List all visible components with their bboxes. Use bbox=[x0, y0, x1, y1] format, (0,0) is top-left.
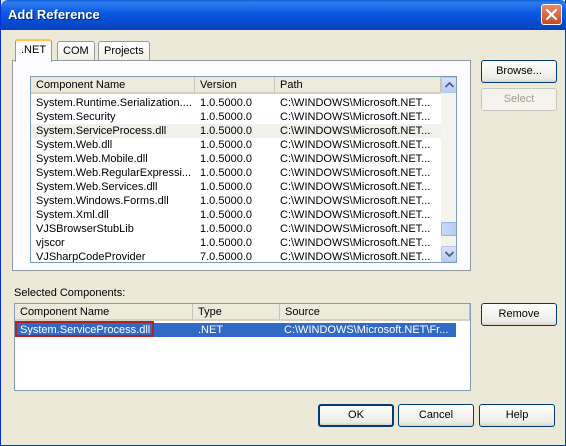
component-name-cell: System.Web.Services.dll bbox=[36, 181, 158, 193]
version-cell: 1.0.5000.0 bbox=[200, 181, 252, 193]
version-cell: 1.0.5000.0 bbox=[200, 167, 252, 179]
component-name-cell: VJSBrowserStubLib bbox=[36, 223, 134, 235]
path-cell: C:\WINDOWS\Microsoft.NET... bbox=[280, 181, 431, 193]
component-name-cell: System.Windows.Forms.dll bbox=[36, 195, 169, 207]
selection-annotation-box bbox=[15, 321, 154, 337]
scroll-down-arrow-icon bbox=[445, 251, 454, 257]
path-cell: C:\WINDOWS\Microsoft.NET... bbox=[280, 125, 431, 137]
version-cell: 1.0.5000.0 bbox=[200, 153, 252, 165]
path-cell: C:\WINDOWS\Microsoft.NET... bbox=[280, 223, 431, 235]
path-cell: C:\WINDOWS\Microsoft.NET... bbox=[280, 251, 431, 263]
window-title: Add Reference bbox=[8, 7, 100, 22]
column-header-source[interactable]: Source bbox=[280, 304, 470, 321]
selected-components-label: Selected Components: bbox=[14, 287, 126, 299]
browse-button-label: Browse... bbox=[496, 65, 542, 77]
list-item[interactable]: System.Xml.dll 1.0.5000.0 C:\WINDOWS\Micro… bbox=[31, 208, 441, 222]
path-cell: C:\WINDOWS\Microsoft.NET... bbox=[280, 153, 431, 165]
close-icon bbox=[546, 9, 557, 20]
remove-button-label: Remove bbox=[498, 308, 540, 320]
component-name-cell: VJSharpCodeProvider bbox=[36, 251, 146, 263]
select-button-label: Select bbox=[503, 93, 535, 105]
component-name-cell: System.ServiceProcess.dll bbox=[36, 125, 167, 137]
reference-list[interactable]: Component Name Version Path System.Runti… bbox=[30, 76, 457, 263]
list-item[interactable]: System.Web.dll 1.0.5000.0 C:\WINDOWS\Micro… bbox=[31, 138, 441, 152]
column-header-label: Type bbox=[198, 306, 222, 318]
path-cell: C:\WINDOWS\Microsoft.NET... bbox=[280, 195, 431, 207]
version-cell: 1.0.5000.0 bbox=[200, 209, 252, 221]
version-cell: 7.0.5000.0 bbox=[200, 251, 252, 263]
column-header-component-name[interactable]: Component Name bbox=[31, 77, 195, 94]
column-header-label: Component Name bbox=[36, 79, 126, 91]
remove-button[interactable]: Remove bbox=[481, 303, 557, 326]
list-item[interactable]: System.Runtime.Serialization.... 1.0.5000… bbox=[31, 96, 441, 110]
path-cell: C:\WINDOWS\Microsoft.NET... bbox=[280, 139, 431, 151]
column-header-path[interactable]: Path bbox=[275, 77, 441, 94]
column-header-label: Component Name bbox=[20, 306, 110, 318]
scroll-down-button[interactable] bbox=[441, 246, 456, 262]
version-cell: 1.0.5000.0 bbox=[200, 125, 252, 137]
close-button[interactable] bbox=[541, 4, 562, 25]
ok-button[interactable]: OK bbox=[318, 404, 394, 427]
version-cell: 1.0.5000.0 bbox=[200, 111, 252, 123]
tab-dotnet[interactable]: .NET bbox=[15, 39, 53, 62]
scroll-up-button[interactable] bbox=[441, 77, 456, 93]
reference-list-scrollbar[interactable] bbox=[441, 77, 456, 262]
list-item[interactable]: System.Web.Mobile.dll 1.0.5000.0 C:\WINDOW… bbox=[31, 152, 441, 166]
version-cell: 1.0.5000.0 bbox=[200, 223, 252, 235]
component-name-cell: System.Web.RegularExpressi... bbox=[36, 167, 192, 179]
tab-dotnet-label: .NET bbox=[21, 44, 47, 56]
version-cell: 1.0.5000.0 bbox=[200, 97, 252, 109]
scroll-up-arrow-icon bbox=[445, 82, 454, 88]
help-button-label: Help bbox=[505, 409, 529, 421]
list-item[interactable]: System.Windows.Forms.dll 1.0.5000.0 C:\WIN… bbox=[31, 194, 441, 208]
list-item[interactable]: vjscor 1.0.5000.0 C:\WINDOWS\Microsoft.NET… bbox=[31, 236, 441, 250]
tab-projects-label: Projects bbox=[104, 45, 144, 57]
selected-components-list[interactable]: Component Name Type Source System.Servic… bbox=[14, 303, 471, 391]
component-name-cell: System.Xml.dll bbox=[36, 209, 109, 221]
ok-button-label: OK bbox=[348, 409, 364, 421]
title-bar[interactable]: Add Reference bbox=[1, 0, 566, 30]
tab-com-label: COM bbox=[63, 45, 89, 57]
version-cell: 1.0.5000.0 bbox=[200, 237, 252, 249]
list-item[interactable]: System.ServiceProcess.dll 1.0.5000.0 C:\WI… bbox=[31, 124, 441, 138]
version-cell: 1.0.5000.0 bbox=[200, 195, 252, 207]
tab-com[interactable]: COM bbox=[57, 41, 95, 61]
component-name-cell: vjscor bbox=[36, 237, 65, 249]
scroll-thumb[interactable] bbox=[441, 222, 456, 236]
path-cell: C:\WINDOWS\Microsoft.NET... bbox=[280, 209, 431, 221]
path-cell: C:\WINDOWS\Microsoft.NET... bbox=[280, 167, 431, 179]
path-cell: C:\WINDOWS\Microsoft.NET... bbox=[280, 237, 431, 249]
component-name-cell: System.Runtime.Serialization.... bbox=[36, 97, 192, 109]
cancel-button[interactable]: Cancel bbox=[398, 404, 474, 427]
list-item[interactable]: System.Web.RegularExpressi... 1.0.5000.0 C… bbox=[31, 166, 441, 180]
path-cell: C:\WINDOWS\Microsoft.NET... bbox=[280, 97, 431, 109]
column-header-version[interactable]: Version bbox=[195, 77, 275, 94]
table-row[interactable]: System.ServiceProcess.dll .NET C:\WINDOWS\… bbox=[15, 321, 456, 337]
column-header-label: Path bbox=[280, 79, 303, 91]
source-cell: C:\WINDOWS\Microsoft.NET\Fr... bbox=[284, 324, 449, 336]
help-button[interactable]: Help bbox=[479, 404, 555, 427]
component-name-cell: System.Web.Mobile.dll bbox=[36, 153, 148, 165]
list-item[interactable]: System.Web.Services.dll 1.0.5000.0 C:\WIND… bbox=[31, 180, 441, 194]
list-item[interactable]: System.Security 1.0.5000.0 C:\WINDOWS\Micr… bbox=[31, 110, 441, 124]
type-cell: .NET bbox=[198, 324, 224, 336]
version-cell: 1.0.5000.0 bbox=[200, 139, 252, 151]
select-button[interactable]: Select bbox=[481, 88, 557, 111]
component-name-cell: System.Web.dll bbox=[36, 139, 113, 151]
component-name-cell: System.Security bbox=[36, 111, 116, 123]
browse-button[interactable]: Browse... bbox=[481, 60, 557, 83]
add-reference-dialog: Add Reference .NET COM Projects Componen… bbox=[0, 0, 566, 446]
column-header-component-name[interactable]: Component Name bbox=[15, 304, 193, 321]
path-cell: C:\WINDOWS\Microsoft.NET... bbox=[280, 111, 431, 123]
list-item[interactable]: VJSBrowserStubLib 1.0.5000.0 C:\WINDOWS\Mi… bbox=[31, 222, 441, 236]
column-header-label: Source bbox=[285, 306, 320, 318]
tab-panel: Component Name Version Path System.Runti… bbox=[12, 60, 471, 271]
cancel-button-label: Cancel bbox=[418, 409, 454, 421]
column-header-label: Version bbox=[200, 79, 237, 91]
list-item[interactable]: VJSharpCodeProvider 7.0.5000.0 C:\WINDOWS\… bbox=[31, 250, 441, 263]
tab-projects[interactable]: Projects bbox=[98, 41, 150, 61]
column-header-type[interactable]: Type bbox=[193, 304, 280, 321]
